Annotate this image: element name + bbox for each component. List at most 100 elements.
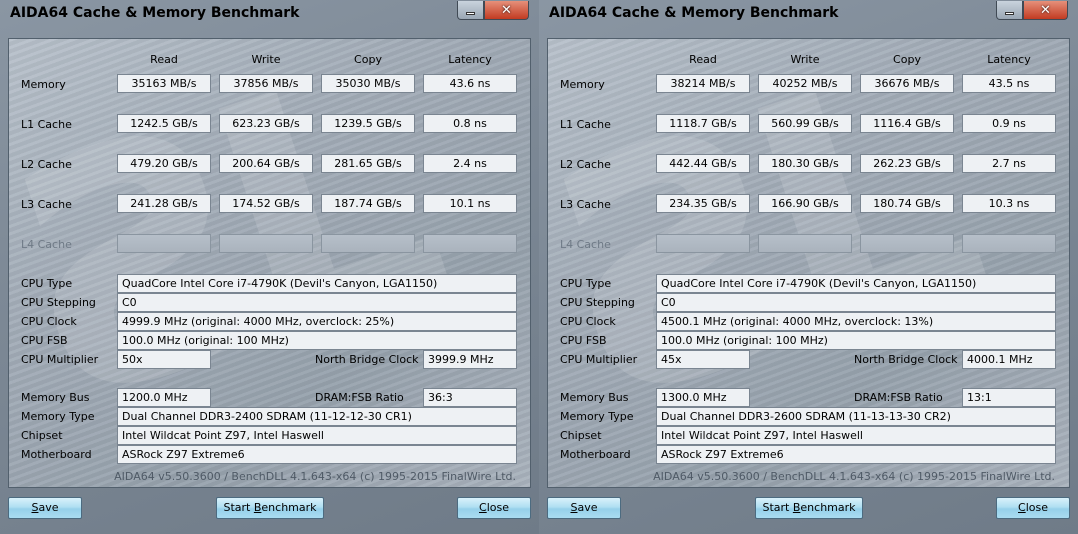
chipset-value: Intel Wildcat Point Z97, Intel Haswell	[656, 426, 1056, 445]
memory-bus-label: Memory Bus	[21, 391, 90, 404]
column-header-write: Write	[790, 53, 820, 66]
l3-copy-value: 180.74 GB/s	[860, 194, 954, 213]
l4-write-value	[219, 234, 313, 253]
copyright-text: AIDA64 v5.50.3600 / BenchDLL 4.1.643-x64…	[653, 470, 1055, 483]
start-benchmark-button[interactable]: Start Benchmark	[755, 497, 863, 519]
save-label-post: ave	[577, 501, 598, 514]
dram-fsb-ratio-label: DRAM:FSB Ratio	[854, 391, 943, 404]
minimize-button[interactable]	[457, 1, 484, 20]
l1-copy-value: 1116.4 GB/s	[860, 114, 954, 133]
dram-fsb-ratio-value: 36:3	[423, 388, 517, 407]
l4-copy-value	[860, 234, 954, 253]
row-label-l4-cache: L4 Cache	[21, 238, 72, 251]
cpu-stepping-label: CPU Stepping	[560, 296, 635, 309]
column-header-latency: Latency	[987, 53, 1031, 66]
save-button[interactable]: Save	[547, 497, 621, 519]
l4-latency-value	[423, 234, 517, 253]
l1-copy-value: 1239.5 GB/s	[321, 114, 415, 133]
row-label-l3-cache: L3 Cache	[560, 198, 611, 211]
column-header-read: Read	[689, 53, 717, 66]
cpu-multiplier-label: CPU Multiplier	[21, 353, 99, 366]
close-label-accel: C	[1018, 501, 1026, 514]
memory-type-label: Memory Type	[21, 410, 95, 423]
benchmark-window-2: AIDA64 Cache & Memory Benchmark ✕ ƧL Rea…	[539, 0, 1078, 534]
motherboard-value: ASRock Z97 Extreme6	[656, 445, 1056, 464]
l1-latency-value: 0.8 ns	[423, 114, 517, 133]
l1-latency-value: 0.9 ns	[962, 114, 1056, 133]
motherboard-value: ASRock Z97 Extreme6	[117, 445, 517, 464]
close-window-button[interactable]: ✕	[1023, 1, 1068, 20]
cpu-type-value: QuadCore Intel Core i7-4790K (Devil's Ca…	[117, 274, 517, 293]
l2-latency-value: 2.7 ns	[962, 154, 1056, 173]
column-header-latency: Latency	[448, 53, 492, 66]
row-label-l1-cache: L1 Cache	[560, 118, 611, 131]
title-bar[interactable]: AIDA64 Cache & Memory Benchmark ✕	[539, 0, 1078, 26]
column-header-copy: Copy	[893, 53, 921, 66]
memory-bus-value: 1200.0 MHz	[117, 388, 211, 407]
cpu-stepping-value: C0	[656, 293, 1056, 312]
cpu-type-value: QuadCore Intel Core i7-4790K (Devil's Ca…	[656, 274, 1056, 293]
start-label-post: enchmark	[800, 501, 856, 514]
cpu-multiplier-value: 45x	[656, 350, 750, 369]
l1-write-value: 560.99 GB/s	[758, 114, 852, 133]
row-label-l4-cache: L4 Cache	[560, 238, 611, 251]
benchmark-panel: ƧL Read Write Copy Latency Memory 35163 …	[0, 4, 531, 488]
memory-write-value: 40252 MB/s	[758, 74, 852, 93]
north-bridge-clock-label: North Bridge Clock	[854, 353, 958, 366]
close-icon: ✕	[1040, 2, 1051, 18]
memory-latency-value: 43.5 ns	[962, 74, 1056, 93]
dram-fsb-ratio-label: DRAM:FSB Ratio	[315, 391, 404, 404]
l3-read-value: 241.28 GB/s	[117, 194, 211, 213]
save-button[interactable]: Save	[8, 497, 82, 519]
minimize-button[interactable]	[996, 1, 1023, 20]
column-header-write: Write	[251, 53, 281, 66]
l2-write-value: 200.64 GB/s	[219, 154, 313, 173]
l4-write-value	[758, 234, 852, 253]
start-label-post: enchmark	[261, 501, 317, 514]
memory-bus-value: 1300.0 MHz	[656, 388, 750, 407]
cpu-fsb-value: 100.0 MHz (original: 100 MHz)	[656, 331, 1056, 350]
cpu-type-label: CPU Type	[21, 277, 73, 290]
save-label-post: ave	[38, 501, 59, 514]
dram-fsb-ratio-value: 13:1	[962, 388, 1056, 407]
chipset-label: Chipset	[560, 429, 602, 442]
cpu-fsb-label: CPU FSB	[21, 334, 68, 347]
copyright-text: AIDA64 v5.50.3600 / BenchDLL 4.1.643-x64…	[114, 470, 516, 483]
cpu-fsb-label: CPU FSB	[560, 334, 607, 347]
benchmark-panel: ƧL Read Write Copy Latency Memory 38214 …	[539, 4, 1070, 488]
memory-copy-value: 36676 MB/s	[860, 74, 954, 93]
close-label-post: lose	[1025, 501, 1048, 514]
close-button[interactable]: Close	[996, 497, 1070, 519]
memory-write-value: 37856 MB/s	[219, 74, 313, 93]
l4-read-value	[117, 234, 211, 253]
l4-latency-value	[962, 234, 1056, 253]
close-button[interactable]: Close	[457, 497, 531, 519]
chipset-label: Chipset	[21, 429, 63, 442]
column-header-read: Read	[150, 53, 178, 66]
cpu-fsb-value: 100.0 MHz (original: 100 MHz)	[117, 331, 517, 350]
memory-type-value: Dual Channel DDR3-2600 SDRAM (11-13-13-3…	[656, 407, 1056, 426]
close-label-post: lose	[486, 501, 509, 514]
l1-read-value: 1242.5 GB/s	[117, 114, 211, 133]
close-window-button[interactable]: ✕	[484, 1, 529, 20]
window-title: AIDA64 Cache & Memory Benchmark	[549, 5, 839, 21]
l1-read-value: 1118.7 GB/s	[656, 114, 750, 133]
motherboard-label: Motherboard	[560, 448, 631, 461]
minimize-icon	[1005, 11, 1014, 15]
start-benchmark-button[interactable]: Start Benchmark	[216, 497, 324, 519]
title-bar[interactable]: AIDA64 Cache & Memory Benchmark ✕	[0, 0, 539, 26]
north-bridge-clock-label: North Bridge Clock	[315, 353, 419, 366]
chipset-value: Intel Wildcat Point Z97, Intel Haswell	[117, 426, 517, 445]
l2-write-value: 180.30 GB/s	[758, 154, 852, 173]
l3-write-value: 166.90 GB/s	[758, 194, 852, 213]
cpu-multiplier-label: CPU Multiplier	[560, 353, 638, 366]
close-icon: ✕	[501, 2, 512, 18]
row-label-l3-cache: L3 Cache	[21, 198, 72, 211]
cpu-type-label: CPU Type	[560, 277, 612, 290]
memory-bus-label: Memory Bus	[560, 391, 629, 404]
l3-write-value: 174.52 GB/s	[219, 194, 313, 213]
start-label-pre: Start	[762, 501, 793, 514]
close-label-accel: C	[479, 501, 487, 514]
l4-copy-value	[321, 234, 415, 253]
l3-copy-value: 187.74 GB/s	[321, 194, 415, 213]
